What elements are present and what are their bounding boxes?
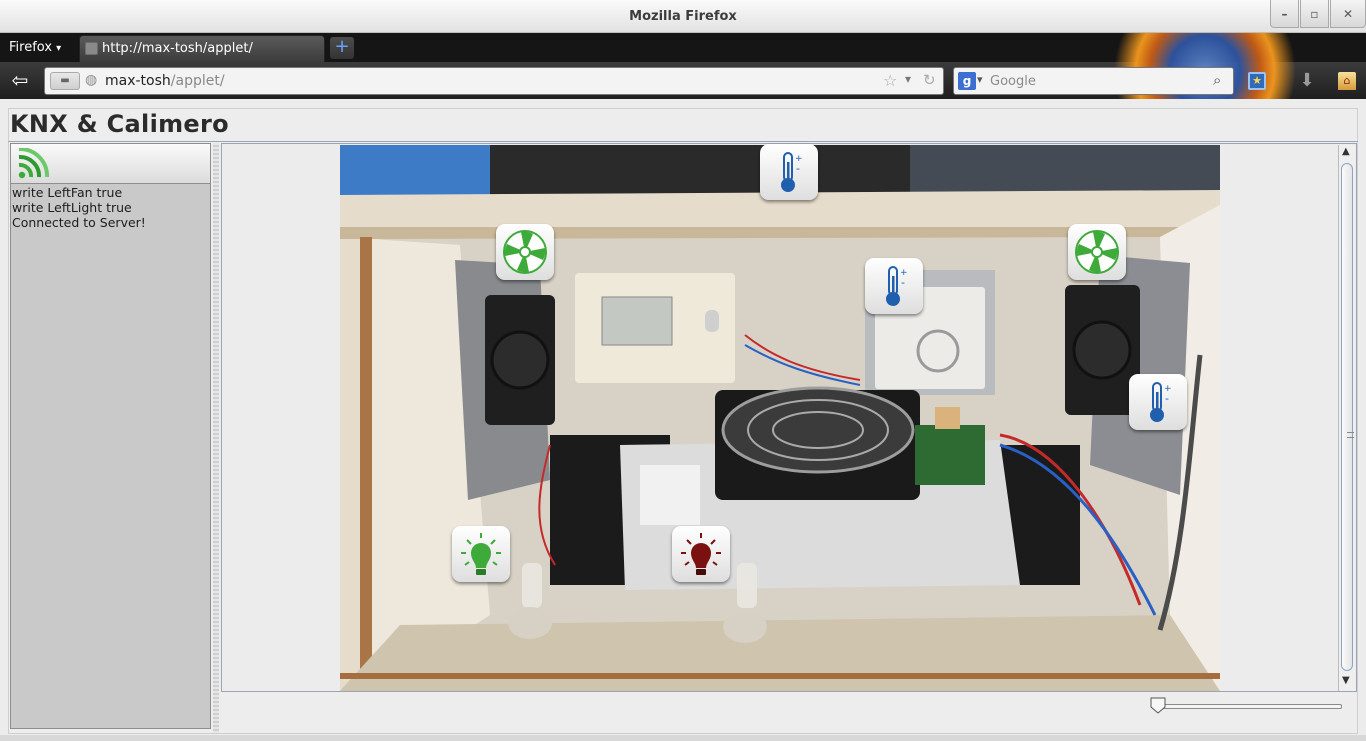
back-arrow-icon: ⇦ (11, 68, 29, 92)
url-bar[interactable]: ▬ ◍ max-tosh/applet/ ☆ ▾ ↻ (44, 67, 944, 95)
downloads-button[interactable]: ⬇ (1293, 67, 1321, 95)
log-line: write LeftFan true (12, 185, 123, 200)
search-input[interactable] (990, 72, 1210, 91)
split-pane-divider[interactable] (213, 143, 219, 733)
thermometer-icon: + - (886, 266, 908, 306)
page-favicon-icon (85, 42, 98, 55)
history-dropdown-icon[interactable]: ▾ (905, 72, 911, 86)
bulb-off-icon (681, 533, 721, 575)
bulb-on-icon (461, 533, 501, 575)
scroll-down-arrow-icon[interactable]: ▼ (1342, 675, 1350, 686)
search-icon[interactable]: ⌕ (1213, 71, 1221, 89)
back-button[interactable]: ⇦ (6, 67, 34, 95)
minimize-button[interactable]: – (1270, 0, 1299, 28)
home-icon: ⌂ (1338, 72, 1356, 90)
connection-button[interactable] (10, 143, 211, 184)
window-title: Mozilla Firefox (629, 9, 737, 24)
close-button[interactable]: ✕ (1330, 0, 1366, 28)
bookmarks-button[interactable]: ★ (1243, 67, 1271, 95)
scroll-up-arrow-icon[interactable]: ▲ (1342, 146, 1350, 157)
svg-text:-: - (1165, 392, 1169, 405)
page-title: KNX & Calimero (10, 110, 229, 138)
globe-icon: ◍ (85, 72, 98, 88)
right-light-button[interactable] (672, 526, 730, 582)
thermostat-top-button[interactable]: + - (760, 144, 818, 200)
zoom-slider-track[interactable] (1152, 704, 1342, 709)
chevron-down-icon: ▾ (56, 43, 62, 54)
reload-icon[interactable]: ↻ (923, 71, 936, 89)
left-light-button[interactable] (452, 526, 510, 582)
window-titlebar: Mozilla Firefox – ▫ ✕ (0, 0, 1366, 33)
scrollbar-grip (1347, 432, 1354, 438)
thermostat-center-button[interactable]: + - (865, 258, 923, 314)
zoom-slider-thumb[interactable] (1150, 697, 1166, 714)
thermometer-icon: + - (1150, 382, 1172, 422)
status-edge (0, 735, 1366, 741)
fan-icon (1075, 230, 1119, 274)
scrollbar-thumb[interactable] (1341, 163, 1354, 671)
title-divider (8, 141, 1358, 142)
tab-applet[interactable]: http://max-tosh/applet/ (79, 35, 325, 62)
firefox-menu-button[interactable]: Firefox ▾ (0, 35, 70, 60)
google-engine-icon[interactable]: g (958, 72, 976, 90)
bookmarks-icon: ★ (1248, 72, 1266, 90)
url-path: /applet/ (170, 73, 225, 89)
log-line: write LeftLight true (12, 200, 132, 215)
url-host: max-tosh (105, 73, 171, 89)
svg-text:-: - (796, 162, 800, 175)
url-text[interactable]: max-tosh/applet/ (105, 73, 225, 89)
vertical-scrollbar[interactable]: ▲ ▼ (1338, 145, 1355, 691)
right-fan-button[interactable] (1068, 224, 1126, 280)
search-bar[interactable]: g ▾ ⌕ (953, 67, 1234, 95)
thermostat-right-button[interactable]: + - (1129, 374, 1187, 430)
connection-signal-icon (18, 148, 50, 179)
window-controls: – ▫ ✕ (1269, 0, 1366, 28)
new-tab-button[interactable]: + (330, 37, 354, 59)
left-fan-button[interactable] (496, 224, 554, 280)
download-arrow-icon: ⬇ (1299, 70, 1315, 91)
home-button[interactable]: ⌂ (1333, 67, 1361, 95)
fan-icon (503, 230, 547, 274)
log-line: Connected to Server! (12, 215, 146, 230)
log-panel (10, 143, 211, 729)
maximize-button[interactable]: ▫ (1300, 0, 1329, 28)
site-identity-icon[interactable]: ▬ (50, 72, 80, 90)
thermometer-icon: + - (781, 152, 803, 192)
bookmark-star-icon[interactable]: ☆ (883, 71, 897, 90)
svg-text:-: - (901, 276, 905, 289)
firefox-menu-label: Firefox (9, 40, 53, 55)
engine-chevron-icon[interactable]: ▾ (977, 73, 983, 86)
tab-title: http://max-tosh/applet/ (102, 41, 253, 56)
